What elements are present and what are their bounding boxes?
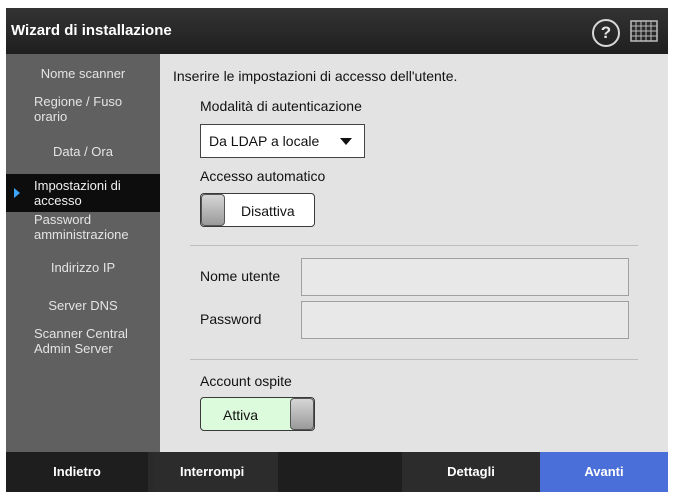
chevron-down-icon: [340, 138, 352, 145]
sidebar-item-impostazioni-di-accesso[interactable]: Impostazioni di accesso: [6, 174, 160, 212]
auto-login-state: Disattiva: [241, 203, 295, 219]
footer-spacer: [278, 452, 402, 492]
keyboard-icon[interactable]: [630, 20, 658, 42]
sidebar-item-regione-fuso-orario[interactable]: Regione / Fuso orario: [6, 94, 146, 124]
sidebar-item-scanner-central-admin-server[interactable]: Scanner Central Admin Server: [6, 326, 160, 356]
wizard-window: Wizard di installazione ? Nome scanner R…: [6, 8, 668, 492]
sidebar-item-nome-scanner[interactable]: Nome scanner: [6, 66, 160, 81]
username-field[interactable]: [301, 258, 629, 296]
window-title: Wizard di installazione: [11, 22, 172, 39]
abort-button[interactable]: Interrompi: [154, 452, 278, 492]
auth-mode-label: Modalità di autenticazione: [200, 98, 362, 114]
sidebar-item-server-dns[interactable]: Server DNS: [6, 298, 160, 313]
title-bar: Wizard di installazione ?: [6, 8, 668, 54]
sidebar-item-label: Password amministrazione: [34, 212, 129, 242]
wizard-steps-sidebar: Nome scanner Regione / Fuso orario Data …: [6, 54, 160, 452]
sidebar-item-label: Server DNS: [48, 298, 118, 313]
sidebar-item-data-ora[interactable]: Data / Ora: [6, 144, 160, 159]
auto-login-label: Accesso automatico: [200, 168, 326, 184]
toggle-knob: [290, 398, 314, 430]
auth-mode-selected-value: Da LDAP a locale: [209, 133, 320, 149]
divider: [190, 359, 638, 360]
sidebar-item-indirizzo-ip[interactable]: Indirizzo IP: [6, 260, 160, 275]
sidebar-item-label: Data / Ora: [53, 144, 113, 159]
auto-login-toggle[interactable]: Disattiva: [200, 193, 315, 227]
guest-account-toggle[interactable]: Attiva: [200, 397, 315, 431]
sidebar-item-label: Indirizzo IP: [50, 260, 116, 275]
divider: [190, 245, 638, 246]
instruction-text: Inserire le impostazioni di accesso dell…: [173, 68, 458, 84]
selected-arrow-icon: [14, 188, 20, 198]
password-label: Password: [200, 311, 262, 327]
sidebar-item-label: Impostazioni di accesso: [34, 178, 121, 208]
auth-mode-select[interactable]: Da LDAP a locale: [200, 124, 365, 158]
password-field[interactable]: [301, 301, 629, 339]
back-button[interactable]: Indietro: [6, 452, 148, 492]
help-icon[interactable]: ?: [592, 19, 620, 47]
sidebar-item-label: Regione / Fuso orario: [34, 94, 123, 124]
toggle-knob: [201, 194, 225, 226]
main-content: Inserire le impostazioni di accesso dell…: [160, 54, 668, 452]
next-button[interactable]: Avanti: [540, 452, 668, 492]
guest-account-state: Attiva: [223, 407, 259, 423]
username-label: Nome utente: [200, 268, 281, 284]
guest-account-label: Account ospite: [200, 373, 292, 389]
sidebar-item-label: Scanner Central Admin Server: [34, 326, 128, 356]
details-button[interactable]: Dettagli: [402, 452, 540, 492]
footer-bar: Indietro Interrompi Dettagli Avanti: [6, 452, 668, 492]
sidebar-item-password-amministrazione[interactable]: Password amministrazione: [6, 212, 160, 242]
sidebar-item-label: Nome scanner: [40, 66, 126, 81]
